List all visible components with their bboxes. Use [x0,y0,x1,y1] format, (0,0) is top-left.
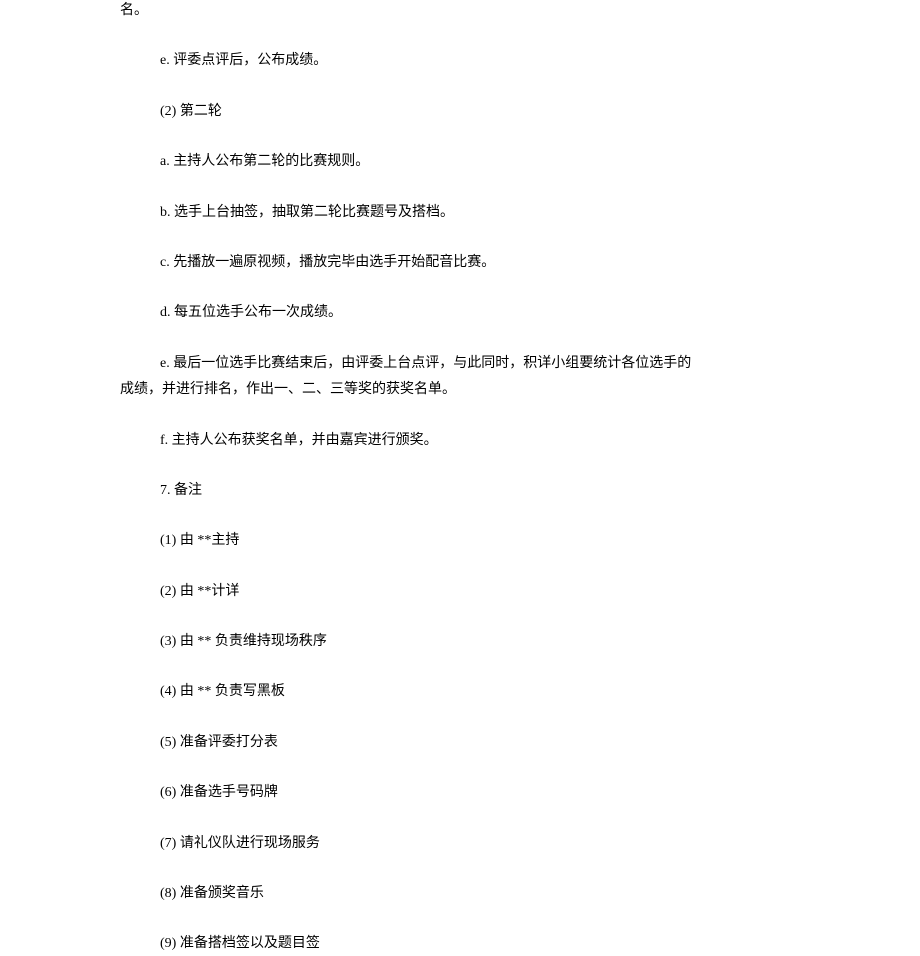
text-line: f. 主持人公布获奖名单，并由嘉宾进行颁奖。 [120,430,820,452]
text-line: (2) 由 **计详 [120,581,820,603]
text-line: a. 主持人公布第二轮的比赛规则。 [120,151,820,173]
text-line: 名。 [120,0,820,22]
text-line: 成绩，并进行排名，作出一、二、三等奖的获奖名单。 [120,379,820,401]
text-line: (3) 由 ** 负责维持现场秩序 [120,631,820,653]
text-line: c. 先播放一遍原视频，播放完毕由选手开始配音比赛。 [120,252,820,274]
text-line: (6) 准备选手号码牌 [120,782,820,804]
text-line: 7. 备注 [120,480,820,502]
text-line: d. 每五位选手公布一次成绩。 [120,302,820,324]
text-line: (5) 准备评委打分表 [120,732,820,754]
text-line: (9) 准备搭档签以及题目签 [120,933,820,955]
text-line: (2) 第二轮 [120,101,820,123]
text-line: (7) 请礼仪队进行现场服务 [120,833,820,855]
text-line: (1) 由 **主持 [120,530,820,552]
text-line: e. 最后一位选手比赛结束后，由评委上台点评，与此同时，积详小组要统计各位选手的 [120,353,820,375]
text-line: (8) 准备颁奖音乐 [120,883,820,905]
text-line: (4) 由 ** 负责写黑板 [120,681,820,703]
text-line: e. 评委点评后，公布成绩。 [120,50,820,72]
text-line: b. 选手上台抽签，抽取第二轮比赛题号及搭档。 [120,202,820,224]
